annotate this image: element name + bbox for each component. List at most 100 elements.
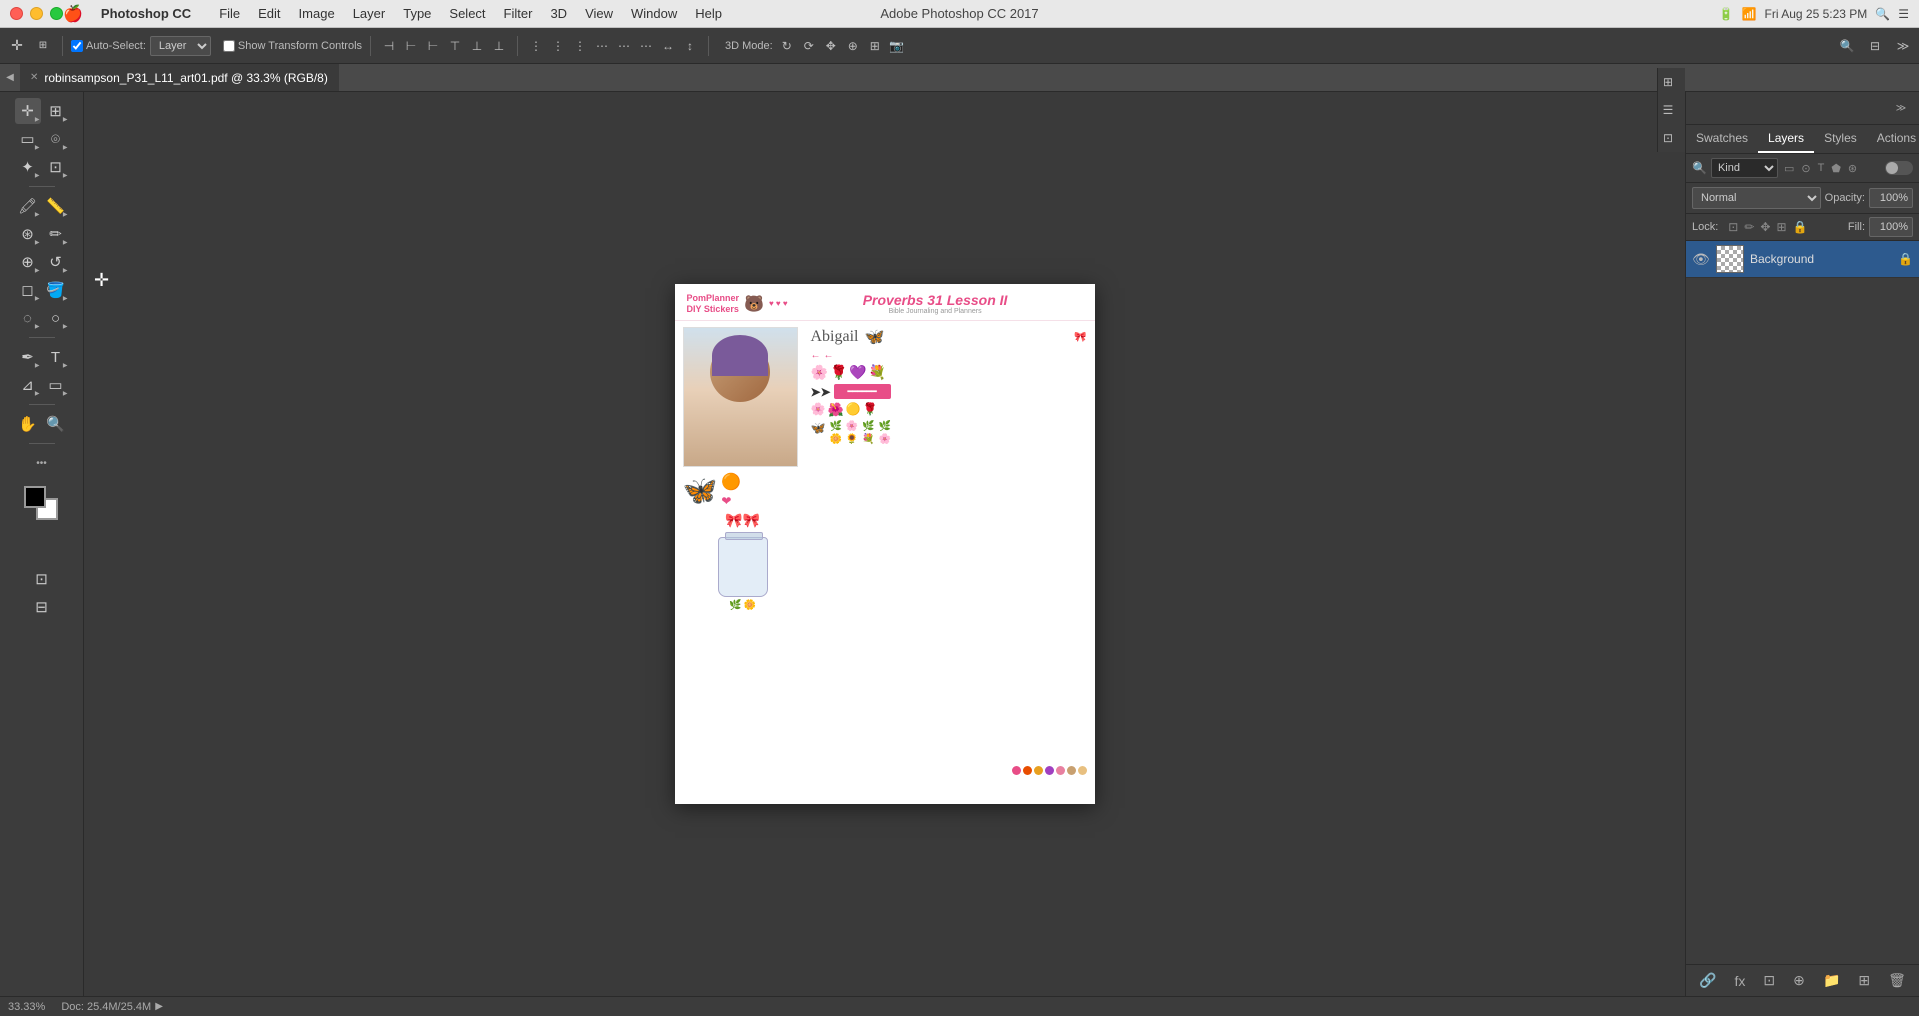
move-tool-btn[interactable]: ✛ <box>6 35 28 57</box>
camera-btn[interactable]: 📷 <box>887 36 907 56</box>
lock-transparent-icon[interactable]: ⊡ <box>1728 220 1738 234</box>
expand-panels-btn[interactable]: ≫ <box>1893 36 1913 56</box>
channels-icon[interactable]: ⊡ <box>1658 124 1678 152</box>
ruler-tool[interactable]: 📏▶ <box>43 193 69 219</box>
menu-file[interactable]: File <box>211 4 248 23</box>
path-selection-tool[interactable]: ⊿▶ <box>15 372 41 398</box>
3d-scale-btn[interactable]: ⊞ <box>865 36 885 56</box>
search-icon[interactable]: 🔍 <box>1875 7 1890 21</box>
menu-edit[interactable]: Edit <box>250 4 288 23</box>
align-left-btn[interactable]: ⊣ <box>379 36 399 56</box>
notification-icon[interactable]: ☰ <box>1898 7 1909 21</box>
menu-type[interactable]: Type <box>395 4 439 23</box>
pen-tool[interactable]: ✒▶ <box>15 344 41 370</box>
filter-smart-icon[interactable]: ⊛ <box>1846 160 1859 177</box>
hand-tool[interactable]: ✋ <box>15 411 41 437</box>
layers-nav-icon[interactable]: ☰ <box>1658 96 1678 124</box>
3d-rotate-btn[interactable]: ↻ <box>777 36 797 56</box>
menu-view[interactable]: View <box>577 4 621 23</box>
eraser-tool[interactable]: ◻▶ <box>15 277 41 303</box>
auto-select-checkbox[interactable]: Auto-Select: <box>71 40 146 52</box>
tab-actions[interactable]: Actions <box>1867 125 1919 153</box>
stamp-tool[interactable]: ⊕▶ <box>15 249 41 275</box>
panel-collapse-btn[interactable]: ≫ <box>1891 98 1911 118</box>
blur-tool[interactable]: ◌▶ <box>15 305 41 331</box>
distrib-center-v-btn[interactable]: ⋯ <box>614 36 634 56</box>
menu-filter[interactable]: Filter <box>496 4 541 23</box>
distrib-top-btn[interactable]: ⋯ <box>592 36 612 56</box>
align-center-h-btn[interactable]: ⊢ <box>401 36 421 56</box>
lock-position-icon[interactable]: ✥ <box>1760 220 1770 234</box>
close-button[interactable] <box>10 7 23 20</box>
align-bottom-btn[interactable]: ⊥ <box>489 36 509 56</box>
eyedropper-tool[interactable]: 🖍▶ <box>15 193 41 219</box>
magic-wand-tool[interactable]: ✦▶ <box>15 154 41 180</box>
extra-tools[interactable]: ••• <box>29 450 55 476</box>
menu-select[interactable]: Select <box>441 4 493 23</box>
distrib-right-btn[interactable]: ⋮ <box>570 36 590 56</box>
filter-toggle[interactable] <box>1885 161 1913 175</box>
foreground-color[interactable] <box>24 486 46 508</box>
artboard-tool[interactable]: ⊞▶ <box>43 98 69 124</box>
lock-artboard-icon[interactable]: ⊞ <box>1776 220 1786 234</box>
distrib-gap-h-btn[interactable]: ↔ <box>658 36 678 56</box>
new-adjustment-layer-btn[interactable]: ⊕ <box>1790 969 1808 992</box>
crop-tool[interactable]: ⊡▶ <box>43 154 69 180</box>
history-brush-tool[interactable]: ↺▶ <box>43 249 69 275</box>
link-layers-btn[interactable]: 🔗 <box>1696 969 1719 992</box>
menu-3d[interactable]: 3D <box>542 4 575 23</box>
tab-styles[interactable]: Styles <box>1814 125 1867 153</box>
3d-roll-btn[interactable]: ⟳ <box>799 36 819 56</box>
tab-layers[interactable]: Layers <box>1758 125 1814 153</box>
add-mask-btn[interactable]: ⊡ <box>1760 969 1778 992</box>
menu-help[interactable]: Help <box>687 4 730 23</box>
left-sidebar-collapse[interactable]: ◀ <box>0 64 20 91</box>
artboard-tool-btn[interactable]: ⊞ <box>32 35 54 57</box>
panel-layout-btn[interactable]: ⊟ <box>1865 36 1885 56</box>
lock-image-icon[interactable]: ✏ <box>1744 220 1754 234</box>
3d-slide-btn[interactable]: ⊕ <box>843 36 863 56</box>
brush-tool[interactable]: ✏▶ <box>43 221 69 247</box>
move-tool[interactable]: ✛▶ <box>15 98 41 124</box>
menu-image[interactable]: Image <box>291 4 343 23</box>
new-group-btn[interactable]: 📁 <box>1820 969 1843 992</box>
screen-mode-btn[interactable]: ⊡ <box>29 566 55 592</box>
transform-controls-input[interactable] <box>223 40 235 52</box>
visibility-icon[interactable]: 👁 <box>1692 251 1710 268</box>
align-right-btn[interactable]: ⊢ <box>423 36 443 56</box>
maximize-button[interactable] <box>50 7 63 20</box>
new-layer-btn[interactable]: ⊞ <box>1855 969 1873 992</box>
layer-filter-type[interactable]: Kind Name Effect Mode Attribute Color <box>1711 158 1778 178</box>
align-center-v-btn[interactable]: ⊥ <box>467 36 487 56</box>
shape-tool[interactable]: ▭▶ <box>43 372 69 398</box>
distrib-bottom-btn[interactable]: ⋯ <box>636 36 656 56</box>
healing-brush-tool[interactable]: ⊛▶ <box>15 221 41 247</box>
type-tool[interactable]: T▶ <box>43 344 69 370</box>
dodge-tool[interactable]: ○▶ <box>43 305 69 331</box>
distrib-center-h-btn[interactable]: ⋮ <box>548 36 568 56</box>
add-layer-style-btn[interactable]: fx <box>1731 970 1748 992</box>
status-arrow-btn[interactable]: ▶ <box>155 1001 163 1012</box>
quick-mask-btn[interactable]: ⊡ <box>29 566 55 592</box>
auto-select-dropdown[interactable]: Layer Group <box>150 36 211 56</box>
frame-tool[interactable]: ⊟ <box>29 594 55 620</box>
rectangular-marquee-tool[interactable]: ▭▶ <box>15 126 41 152</box>
menu-window[interactable]: Window <box>623 4 685 23</box>
paint-bucket-tool[interactable]: 🪣▶ <box>43 277 69 303</box>
tab-close-icon[interactable]: ✕ <box>30 72 38 83</box>
lock-all-icon[interactable]: 🔒 <box>1793 220 1808 234</box>
delete-layer-btn[interactable]: 🗑 <box>1885 969 1909 992</box>
fill-input[interactable] <box>1869 217 1913 237</box>
document-tab[interactable]: ✕ robinsampson_P31_L11_art01.pdf @ 33.3%… <box>20 64 339 91</box>
tab-swatches[interactable]: Swatches <box>1686 125 1758 153</box>
zoom-tool[interactable]: 🔍 <box>43 411 69 437</box>
distrib-gap-v-btn[interactable]: ↕ <box>680 36 700 56</box>
distrib-left-btn[interactable]: ⋮ <box>526 36 546 56</box>
filter-type-icon[interactable]: T <box>1816 160 1827 177</box>
search-workspace-btn[interactable]: 🔍 <box>1837 36 1857 56</box>
table-row[interactable]: 👁 Background 🔒 <box>1686 241 1919 278</box>
opacity-input[interactable] <box>1869 188 1913 208</box>
blend-mode-select[interactable]: Normal Multiply Screen Overlay <box>1692 187 1821 209</box>
lasso-tool[interactable]: ⌾▶ <box>43 126 69 152</box>
minimize-button[interactable] <box>30 7 43 20</box>
